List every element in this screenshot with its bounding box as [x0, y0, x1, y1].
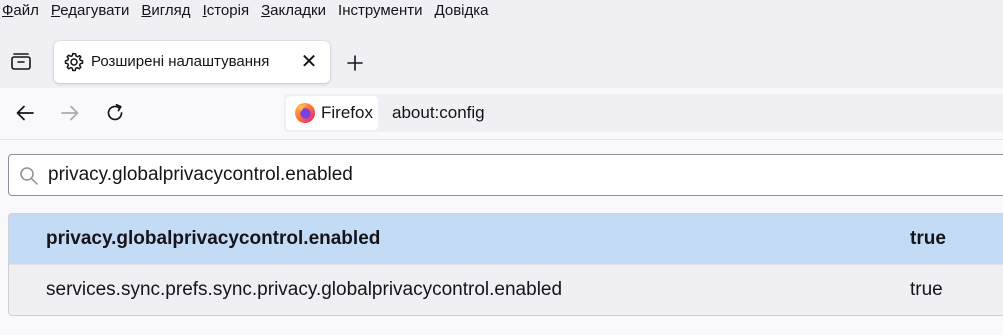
pref-name: services.sync.prefs.sync.privacy.globalp…	[46, 279, 563, 300]
tab-list-button[interactable]	[4, 44, 38, 78]
tab-advanced-preferences[interactable]: Розширені налаштування ✕	[54, 41, 330, 83]
tab-strip: Розширені налаштування ✕	[0, 24, 1003, 88]
menu-view[interactable]: Вигляд	[137, 0, 194, 24]
reload-icon	[107, 103, 123, 121]
menu-bookmarks[interactable]: Закладки	[257, 0, 330, 24]
search-icon	[20, 167, 38, 185]
menu-history-label: сторія	[206, 2, 250, 19]
table-row[interactable]: privacy.globalprivacycontrol.enabled tru…	[9, 214, 1003, 264]
about-config-page: privacy.globalprivacycontrol.enabled tru…	[0, 140, 1003, 335]
search-box[interactable]	[8, 154, 1003, 196]
plus-icon	[347, 55, 363, 71]
navigation-bar: Firefox about:config	[0, 88, 1003, 140]
identity-box[interactable]: Firefox	[286, 96, 378, 130]
reload-button[interactable]	[99, 97, 131, 129]
pref-value[interactable]: true	[910, 279, 943, 301]
pref-value[interactable]: true	[910, 228, 946, 250]
back-button[interactable]	[9, 97, 41, 129]
table-row[interactable]: services.sync.prefs.sync.privacy.globalp…	[9, 264, 1003, 315]
arrow-right-icon	[61, 105, 79, 121]
preferences-table: privacy.globalprivacycontrol.enabled tru…	[8, 213, 1003, 316]
menu-help-label: овідка	[444, 2, 489, 19]
menu-history[interactable]: Історія	[199, 0, 254, 24]
tab-list-icon	[11, 53, 31, 70]
menu-view-accesskey: В	[141, 2, 152, 19]
url-text[interactable]: about:config	[392, 94, 485, 132]
menu-tools-label: нструменти	[342, 2, 423, 19]
search-input[interactable]	[48, 155, 998, 195]
tab-title: Розширені налаштування	[91, 53, 270, 70]
menu-edit-accesskey: Р	[50, 2, 61, 19]
pref-name: privacy.globalprivacycontrol.enabled	[46, 228, 381, 249]
menu-bar: Файл Редагувати Вигляд Історія Закладки …	[0, 0, 1003, 24]
menu-file[interactable]: Файл	[0, 0, 43, 24]
arrow-left-icon	[16, 105, 34, 121]
new-tab-button[interactable]	[340, 48, 370, 78]
url-bar[interactable]: Firefox about:config	[284, 94, 1003, 132]
menu-help[interactable]: Довідка	[431, 0, 493, 24]
forward-button[interactable]	[54, 97, 86, 129]
identity-label: Firefox	[321, 103, 373, 122]
menu-edit[interactable]: Редагувати	[47, 0, 134, 24]
menu-edit-label: едагувати	[60, 2, 130, 19]
menu-help-accesskey: Д	[434, 2, 445, 19]
menu-file-label: айл	[13, 2, 39, 19]
firefox-logo-icon	[295, 103, 315, 123]
menu-bookmarks-accesskey: З	[261, 2, 271, 19]
menu-view-label: игляд	[151, 2, 191, 19]
menu-tools[interactable]: Інструменти	[334, 0, 427, 24]
menu-file-accesskey: Ф	[2, 2, 14, 19]
close-icon[interactable]: ✕	[298, 51, 320, 73]
gear-icon	[64, 52, 84, 72]
menu-bookmarks-label: акладки	[270, 2, 327, 19]
